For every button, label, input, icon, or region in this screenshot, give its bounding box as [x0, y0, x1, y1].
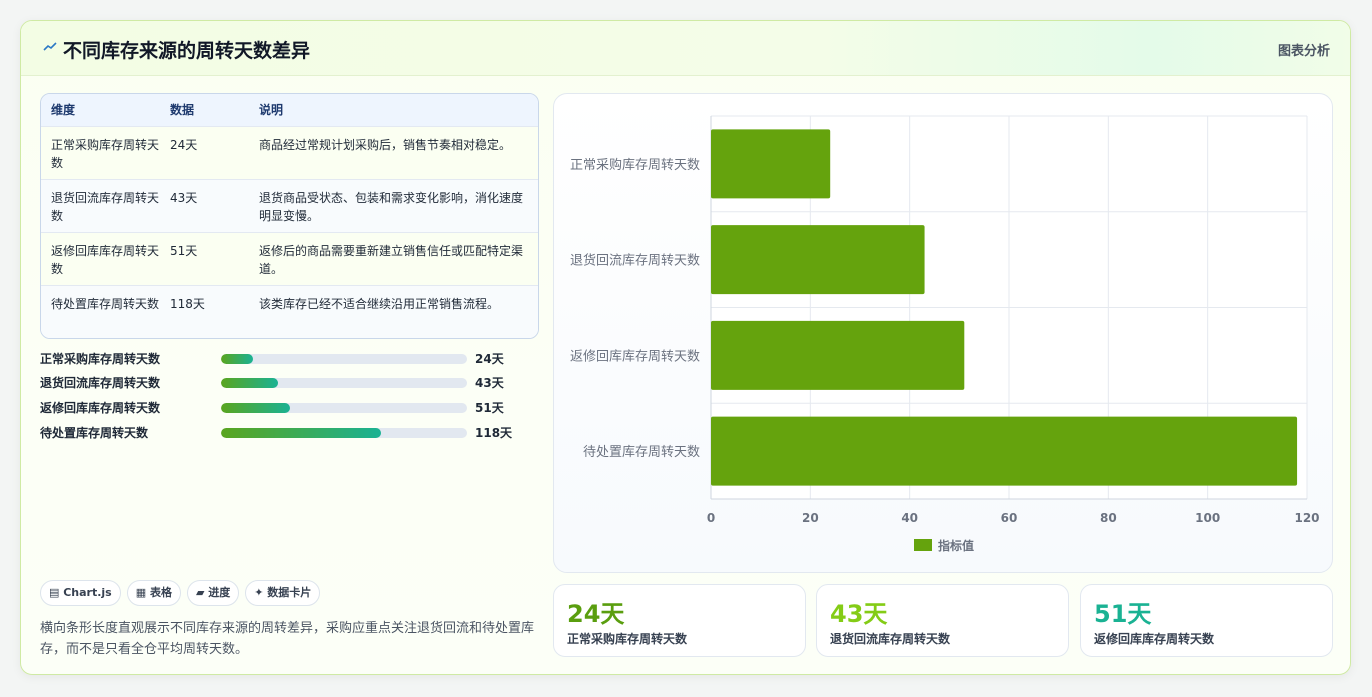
column-header-description: 说明 [259, 103, 284, 117]
progress-track [221, 403, 467, 413]
bar-chart: 0 20 40 60 80 100 120 正常采购库存周转天数退货回流库存周转天数返修回库库… [570, 115, 1320, 553]
stat-value: 51天 [1094, 600, 1152, 628]
progress-row: 返修回库库存周转天数 51天 [40, 397, 530, 417]
x-tick-label: 80 [1100, 511, 1117, 525]
table-row: 返修回库库存周转天数 51天 返修后的商品需要重新建立销售信任或匹配特定渠道。 [41, 232, 538, 285]
progress-fill [221, 428, 381, 438]
y-tick-label: 正常采购库存周转天数 [570, 157, 700, 173]
progress-value: 51天 [475, 401, 504, 415]
row-value: 43天 [170, 191, 198, 205]
trend-icon [43, 42, 57, 51]
stat-card: 24天 正常采购库存周转天数 [553, 584, 806, 657]
feature-chips: ▤ Chart.js ▦ 表格 ▰ 进度 ✦ 数据卡片 [40, 580, 326, 606]
row-dimension: 待处置库存周转天数 [51, 297, 160, 311]
row-description: 返修后的商品需要重新建立销售信任或匹配特定渠道。 [259, 244, 524, 276]
row-dimension: 返修回库库存周转天数 [51, 244, 160, 276]
y-tick-label: 返修回库库存周转天数 [570, 348, 700, 364]
legend-swatch [914, 539, 932, 551]
chip-table[interactable]: ▦ 表格 [126, 580, 181, 606]
x-tick-label: 40 [901, 511, 918, 525]
stat-card: 43天 退货回流库存周转天数 [816, 584, 1069, 657]
progress-track [221, 354, 467, 364]
progress-fill [221, 378, 278, 388]
table-row: 退货回流库存周转天数 43天 退货商品受状态、包装和需求变化影响，消化速度明显变… [41, 179, 538, 232]
legend-label: 指标值 [938, 538, 974, 553]
row-value: 118天 [170, 297, 205, 311]
chart-panel: 0 20 40 60 80 100 120 正常采购库存周转天数 退货回流库存周转天数 返修回库库… [553, 93, 1333, 573]
table-header-row: 维度 数据 说明 [41, 94, 538, 126]
progress-row: 正常采购库存周转天数 24天 [40, 348, 530, 368]
chip-data-cards[interactable]: ✦ 数据卡片 [245, 580, 321, 606]
column-header-data: 数据 [170, 103, 195, 117]
bar [711, 225, 925, 295]
x-tick-label: 0 [707, 511, 715, 525]
page-title: 不同库存来源的周转天数差异 [63, 40, 311, 62]
x-tick-label: 60 [1001, 511, 1018, 525]
x-tick-label: 100 [1195, 511, 1220, 525]
progress-track [221, 428, 467, 438]
progress-fill [221, 354, 253, 364]
stat-label: 退货回流库存周转天数 [830, 632, 951, 646]
main-card: 不同库存来源的周转天数差异 图表分析 维度 数据 说明 正常采购库存周转天数 2… [20, 20, 1351, 675]
progress-label: 退货回流库存周转天数 [40, 376, 161, 390]
column-header-dimension: 维度 [51, 103, 76, 117]
chip-progress[interactable]: ▰ 进度 [186, 580, 240, 606]
progress-value: 118天 [475, 426, 513, 440]
chip-chartjs[interactable]: ▤ Chart.js [40, 580, 121, 606]
progress-row: 退货回流库存周转天数 43天 [40, 372, 530, 392]
row-value: 51天 [170, 244, 198, 258]
bar [711, 320, 965, 390]
progress-label: 待处置库存周转天数 [40, 426, 149, 440]
table-row: 正常采购库存周转天数 24天 商品经过常规计划采购后，销售节奏相对稳定。 [41, 126, 538, 179]
row-dimension: 正常采购库存周转天数 [51, 138, 160, 170]
data-table: 维度 数据 说明 正常采购库存周转天数 24天 商品经过常规计划采购后，销售节奏… [40, 93, 539, 339]
header-bar: 不同库存来源的周转天数差异 图表分析 [21, 21, 1350, 76]
progress-label: 正常采购库存周转天数 [40, 352, 161, 366]
chart-analysis-tag: 图表分析 [1277, 44, 1330, 59]
summary-note: 横向条形长度直观展示不同库存来源的周转差异，采购应重点关注退货回流和待处置库存，… [40, 621, 535, 657]
row-dimension: 退货回流库存周转天数 [51, 191, 160, 223]
y-tick-label: 待处置库存周转天数 [583, 444, 700, 460]
progress-value: 24天 [475, 352, 504, 366]
row-value: 24天 [170, 138, 198, 152]
x-tick-label: 120 [1294, 511, 1319, 525]
stat-label: 正常采购库存周转天数 [567, 632, 688, 646]
x-tick-label: 20 [802, 511, 819, 525]
stat-label: 返修回库库存周转天数 [1094, 632, 1215, 646]
progress-value: 43天 [475, 376, 504, 390]
stat-value: 24天 [567, 600, 625, 628]
row-description: 商品经过常规计划采购后，销售节奏相对稳定。 [259, 138, 512, 152]
progress-label: 返修回库库存周转天数 [40, 401, 161, 415]
bar [711, 129, 831, 199]
stat-card: 51天 返修回库库存周转天数 [1080, 584, 1333, 657]
y-tick-label: 退货回流库存周转天数 [570, 253, 700, 269]
progress-track [221, 378, 467, 388]
row-description: 退货商品受状态、包装和需求变化影响，消化速度明显变慢。 [259, 191, 524, 223]
stat-value: 43天 [830, 600, 888, 628]
bar [711, 416, 1298, 486]
table-row: 待处置库存周转天数 118天 该类库存已经不适合继续沿用正常销售流程。 [41, 285, 538, 338]
row-description: 该类库存已经不适合继续沿用正常销售流程。 [259, 297, 500, 311]
progress-fill [221, 403, 290, 413]
progress-row: 待处置库存周转天数 118天 [40, 422, 530, 442]
